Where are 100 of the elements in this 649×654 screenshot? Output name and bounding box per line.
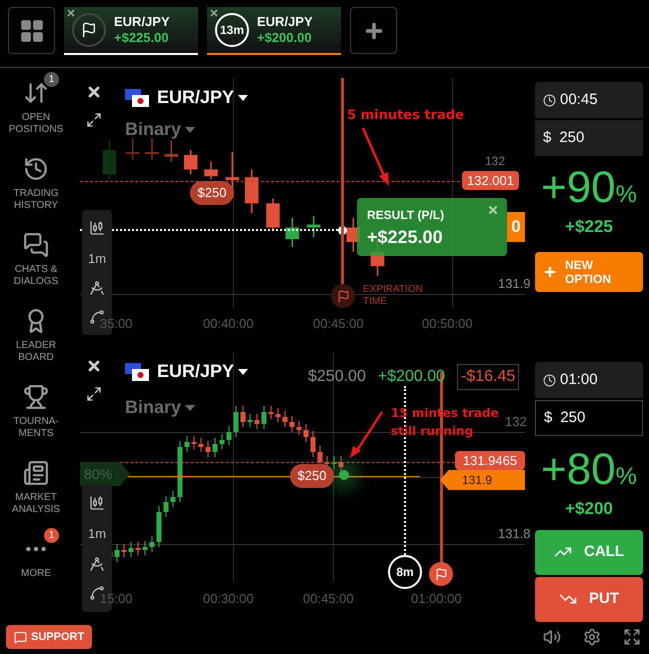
annotation-text: 5 minutes trade [347,107,464,125]
candle [204,162,218,180]
pair-selector[interactable]: EUR/JPY [157,358,248,385]
expiration-flag-icon [331,284,355,308]
close-icon[interactable] [86,358,102,374]
candle [282,410,288,428]
price-label: 132 [505,413,527,431]
result-value: +$225.00 [367,226,444,249]
price-tag: 131.9 [440,470,525,490]
add-tab-button[interactable] [350,7,397,54]
candle [114,544,120,562]
candle [164,496,168,518]
time-field[interactable]: 01:00 [535,362,643,398]
put-button[interactable]: PUT [535,576,643,622]
percent-sign: % [616,462,637,492]
trade-tab[interactable]: EUR/JPY +$225.00 [64,7,198,55]
finished-flag-icon [72,13,106,47]
side-tag: 80% [80,462,130,486]
amount-field[interactable]: $ 250 [535,400,643,436]
layout-button[interactable] [8,7,55,54]
sidebar-label[interactable]: OPEN POSITIONS [8,112,64,136]
caret-icon [238,368,248,374]
price-label: 131.8 [498,525,531,543]
sidebar-label[interactable]: LEADER BOARD [16,340,56,364]
plus-icon [543,264,557,278]
sidebar-icon[interactable] [23,384,49,410]
sidebar-label[interactable]: CHATS & DIALOGS [14,264,58,288]
candle [304,424,308,442]
candle [156,506,162,548]
candle [198,438,204,452]
candle [240,406,246,428]
sidebar-icon[interactable] [23,156,49,182]
time-label: 00:45:00 [313,315,364,333]
candle [212,438,218,458]
current-result: -$16.45 [457,364,520,390]
invested-amount: $250.00 [308,367,366,387]
time-label: 00:30:00 [203,590,254,608]
candlestick-icon[interactable] [89,494,105,511]
expand-icon[interactable] [86,112,102,128]
sidebar-icon[interactable] [23,80,49,106]
chat-icon [14,630,27,644]
candle [244,169,258,213]
expiration-label: EXPIRATION TIME [363,284,423,308]
price-label: 131.9 [498,275,531,293]
sidebar-icon[interactable] [23,460,49,486]
payout-profit: +$200 [564,498,614,520]
interval-button[interactable]: 1m [88,248,106,268]
compass-icon[interactable] [89,556,105,572]
close-icon[interactable] [209,8,219,18]
candle [332,456,336,470]
payout-profit: +$225 [564,216,614,238]
candlestick-icon[interactable] [89,220,105,236]
caret-icon [185,404,196,410]
sidebar-label[interactable]: MORE [21,568,51,580]
mode-selector[interactable]: Binary [125,394,196,421]
sidebar-label[interactable]: TOURNA- MENTS [13,416,59,440]
caret-icon [238,94,248,100]
candle [306,216,320,238]
pair-selector[interactable]: EUR/JPY [157,84,248,111]
caret-icon [185,126,196,132]
close-icon[interactable] [66,8,76,18]
close-icon[interactable] [86,84,102,100]
candle [296,420,302,436]
stake-tag: $250 [290,464,334,488]
expand-icon[interactable] [86,386,102,402]
time-label: 15:00 [100,590,133,608]
countdown-ring: 8m [388,555,422,589]
candle [136,542,140,556]
candle [142,540,148,556]
candle [266,198,280,230]
candle [276,408,280,422]
sidebar-label[interactable]: MARKET ANALYSIS [12,492,60,516]
flag-icon [125,362,149,380]
mode-selector[interactable]: Binary [125,116,196,143]
candle [178,440,182,502]
sidebar-icon[interactable] [23,232,49,258]
interval-button[interactable]: 1m [88,524,106,544]
candle [102,140,116,180]
settings-icon[interactable] [583,628,601,646]
amount-field[interactable]: $ 250 [535,120,643,156]
percent-sign: % [616,180,637,210]
volume-icon[interactable] [543,628,561,646]
support-button[interactable]: SUPPORT [6,625,92,649]
clock-icon [543,94,556,106]
time-label: 00:45:00 [303,590,354,608]
candle [164,140,178,162]
tab-pair: EUR/JPY [114,14,170,30]
payout-percent: +90 [541,162,616,214]
sidebar-label[interactable]: TRADING HISTORY [14,188,58,212]
price-tag: 132.001 [462,171,519,190]
candle [122,544,126,558]
candle [126,138,140,160]
fullscreen-icon[interactable] [623,628,641,646]
compass-icon[interactable] [89,280,105,296]
candle [128,542,134,558]
time-label: 00:50:00 [422,315,473,333]
time-field[interactable]: 00:45 [535,82,643,118]
candle [145,138,159,160]
candle [184,150,198,174]
tab-profit: +$200.00 [257,30,313,46]
